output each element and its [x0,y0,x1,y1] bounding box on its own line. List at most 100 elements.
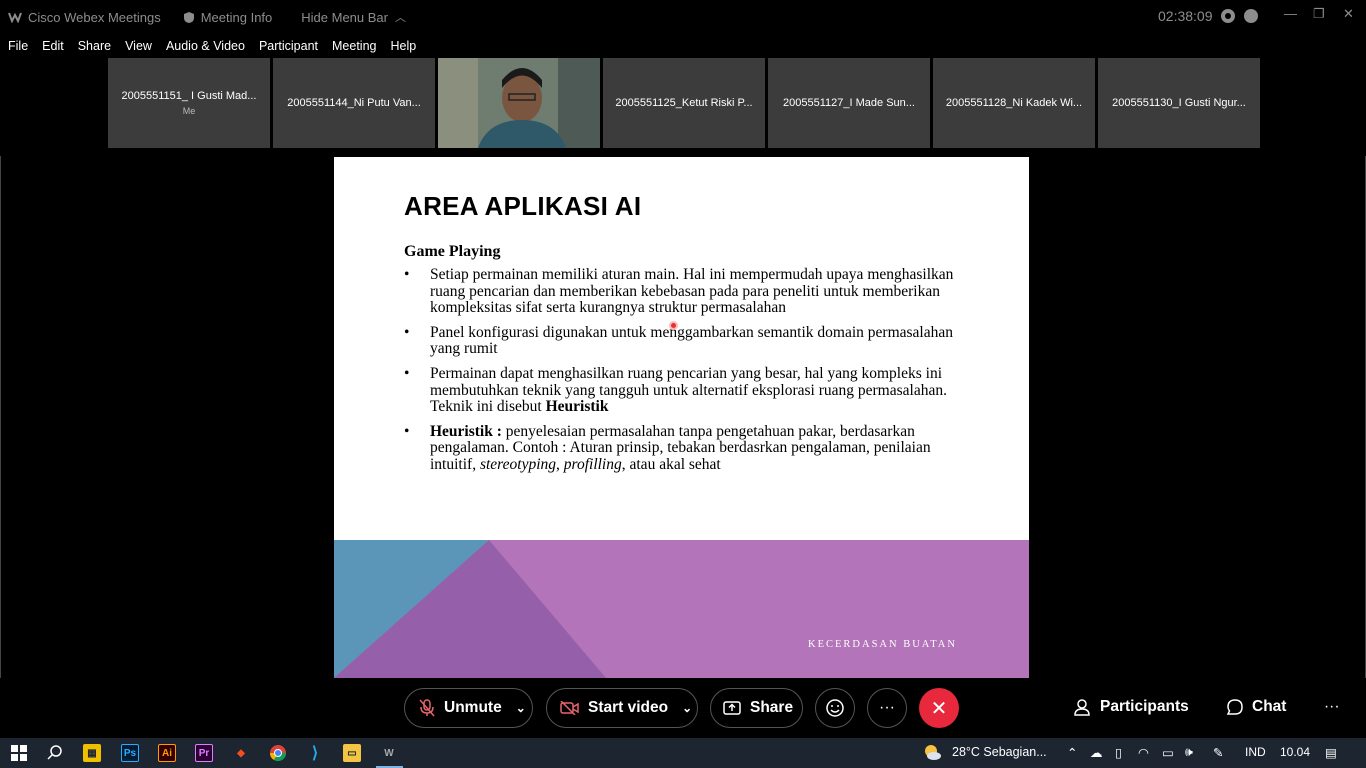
chrome-app-icon[interactable] [269,744,287,762]
menu-edit[interactable]: Edit [42,39,64,53]
reaction-smiley-icon [826,699,844,717]
participant-tile[interactable]: 2005551151_ I Gusti Mad... Me [108,58,270,148]
slide-bullet: Panel konfigurasi digunakan untuk mengga… [404,323,964,358]
chevron-up-icon[interactable]: ⌃ [1067,745,1077,760]
meeting-clock: 02:38:09 [1158,8,1213,24]
participant-name: 2005551128_Ni Kadek Wi... [945,97,1083,109]
stage-border-left [0,156,1,678]
share-label: Share [750,699,794,716]
participant-tile[interactable]: 2005551125_Ketut Riski P... [603,58,765,148]
app-title: Cisco Webex Meetings [8,10,161,25]
store-app-icon[interactable]: ▦ [83,744,101,762]
participant-name: 2005551130_I Gusti Ngur... [1112,97,1246,109]
battery-icon[interactable]: ▯ [1115,745,1122,760]
participant-name: 2005551125_Ketut Riski P... [615,97,753,109]
taskbar-clock[interactable]: 10.04 [1280,745,1310,759]
notification-icon[interactable]: ▤ [1325,745,1337,760]
chat-bubble-icon [1226,699,1243,715]
record-status-icon [1221,9,1235,23]
wifi-icon[interactable]: ◠ [1138,745,1149,760]
language-indicator[interactable]: IND [1245,745,1266,759]
title-bar: Cisco Webex Meetings Meeting Info Hide M… [0,0,1366,34]
participant-tile[interactable]: 2005551130_I Gusti Ngur... [1098,58,1260,148]
menu-file[interactable]: File [8,39,28,53]
participants-button[interactable]: Participants [1074,698,1189,716]
network-icon[interactable]: ▭ [1162,745,1174,760]
participants-label: Participants [1100,698,1189,715]
menu-participant[interactable]: Participant [259,39,318,53]
menu-audio-video[interactable]: Audio & Video [166,39,245,53]
meeting-info-button[interactable]: Meeting Info [183,9,273,25]
menu-help[interactable]: Help [390,39,416,53]
menu-view[interactable]: View [125,39,152,53]
chevron-down-icon[interactable]: ⌄ [682,701,692,715]
restore-icon[interactable]: ❐ [1313,6,1325,22]
slide-bullet: Heuristik : penyelesaian permasalahan ta… [404,422,964,474]
shared-content-stage: AREA APLIKASI AI Game Playing Setiap per… [0,156,1366,678]
weather-text[interactable]: 28°C Sebagian... [952,745,1047,759]
participant-video-tile[interactable] [438,58,600,148]
chat-label: Chat [1252,698,1287,715]
windows-start-icon[interactable] [10,744,28,762]
slide-footer-band [334,540,1029,678]
participant-tile[interactable]: 2005551128_Ni Kadek Wi... [933,58,1095,148]
illustrator-app-icon[interactable]: Ai [158,744,176,762]
bullet-text: , [556,455,564,473]
start-video-button[interactable]: Start video ⌄ [546,688,698,728]
app-name: Cisco Webex Meetings [28,9,161,25]
slide-bullet: Setiap permainan memiliki aturan main. H… [404,266,964,317]
participant-name: 2005551144_Ni Putu Van... [287,97,421,109]
reactions-button[interactable] [815,688,855,728]
laser-pointer [669,321,678,330]
bullet-text: Panel konfigurasi digunakan untuk mengga… [430,323,953,358]
unmute-button[interactable]: Unmute ⌄ [404,688,533,728]
file-explorer-icon[interactable]: ▭ [343,744,361,762]
chevron-down-icon[interactable]: ⌄ [516,701,526,715]
close-icon[interactable]: ✕ [1343,6,1354,22]
meeting-control-bar: Unmute ⌄ Start video ⌄ Share ··· ✕ Parti… [0,678,1366,738]
vscode-app-icon[interactable]: ⟩ [306,744,324,762]
participant-me-label: Me [182,106,196,116]
participant-tile[interactable]: 2005551127_I Made Sun... [768,58,930,148]
participant-name: 2005551127_I Made Sun... [783,97,915,109]
onedrive-cloud-icon[interactable]: ☁ [1090,745,1103,760]
shield-icon [183,11,194,23]
minimize-icon[interactable]: — [1284,6,1297,21]
menu-meeting[interactable]: Meeting [332,39,376,53]
menu-share[interactable]: Share [78,39,111,53]
slide-footer-text: KECERDASAN BUATAN [808,639,957,650]
participant-strip: 2005551151_ I Gusti Mad... Me 2005551144… [108,58,1260,148]
person-icon [1074,699,1090,716]
end-call-button[interactable]: ✕ [919,688,959,728]
bullet-bold-text: Heuristik [545,398,609,416]
ellipsis-icon: ··· [879,699,895,716]
hide-menu-label: Hide Menu Bar [301,9,388,25]
premiere-app-icon[interactable]: Pr [195,744,213,762]
panel-more-button[interactable]: ··· [1324,698,1340,716]
participant-tile[interactable]: 2005551144_Ni Putu Van... [273,58,435,148]
bullet-text: , atau akal sehat [621,455,721,473]
bullet-text: Setiap permainan memiliki aturan main. H… [430,266,954,317]
meeting-info-label: Meeting Info [200,9,273,25]
participant-video-image [438,58,600,148]
pen-icon[interactable]: ✎ [1213,745,1223,760]
search-icon[interactable] [46,744,64,762]
network-stats-icon[interactable] [1244,9,1258,23]
chat-button[interactable]: Chat [1226,698,1286,716]
bullet-italic-text: stereotyping [479,455,556,473]
slide-footer-shapes [334,540,1029,678]
webex-logo-icon [8,12,22,23]
weather-icon[interactable] [922,743,942,764]
more-options-button[interactable]: ··· [867,688,907,728]
figma-app-icon[interactable]: ◆ [232,744,250,762]
volume-icon[interactable]: 🕪 [1185,745,1193,760]
bullet-text: Permainan dapat menghasilkan ruang penca… [430,364,947,416]
video-off-icon [560,701,579,715]
share-button[interactable]: Share [710,688,803,728]
slide-title: AREA APLIKASI AI [404,191,642,221]
bullet-bold-text: Heuristik : [430,422,502,440]
photoshop-app-icon[interactable]: Ps [121,744,139,762]
webex-app-icon[interactable]: W [380,744,398,762]
participant-name: 2005551151_ I Gusti Mad... [121,90,257,102]
hide-menu-bar-button[interactable]: Hide Menu Bar ︿ [301,9,406,25]
